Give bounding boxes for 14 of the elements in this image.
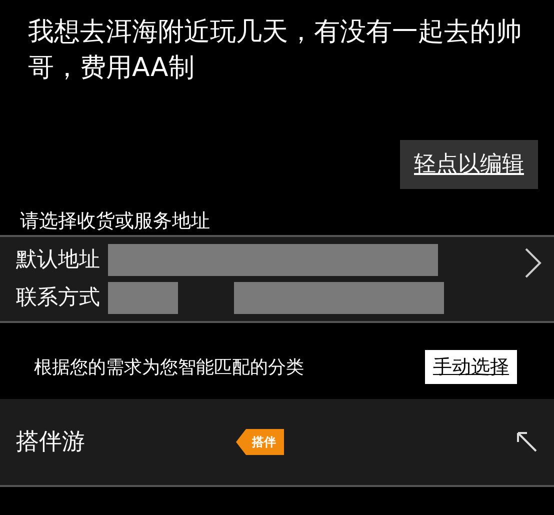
field-label: 默认地址	[16, 246, 100, 274]
redacted-block	[108, 282, 178, 314]
category-hint: 根据您的需求为您智能匹配的分类	[34, 356, 305, 380]
address-panel[interactable]: 默认地址 联系方式	[0, 235, 554, 323]
manual-select-button[interactable]: 手动选择	[425, 350, 517, 384]
category-name: 搭伴游	[16, 428, 86, 457]
message-text: 我想去洱海附近玩几天，有没有一起去的帅哥，费用AA制	[27, 16, 523, 85]
chevron-right-icon[interactable]	[524, 247, 542, 279]
arrow-up-left-icon[interactable]	[516, 431, 538, 453]
address-prompt: 请选择收货或服务地址	[20, 209, 211, 234]
field-label: 联系方式	[16, 284, 100, 312]
category-tag: 搭伴	[236, 429, 284, 455]
category-row[interactable]: 搭伴游 搭伴	[0, 399, 554, 487]
edit-button[interactable]: 轻点以编辑	[400, 140, 538, 189]
